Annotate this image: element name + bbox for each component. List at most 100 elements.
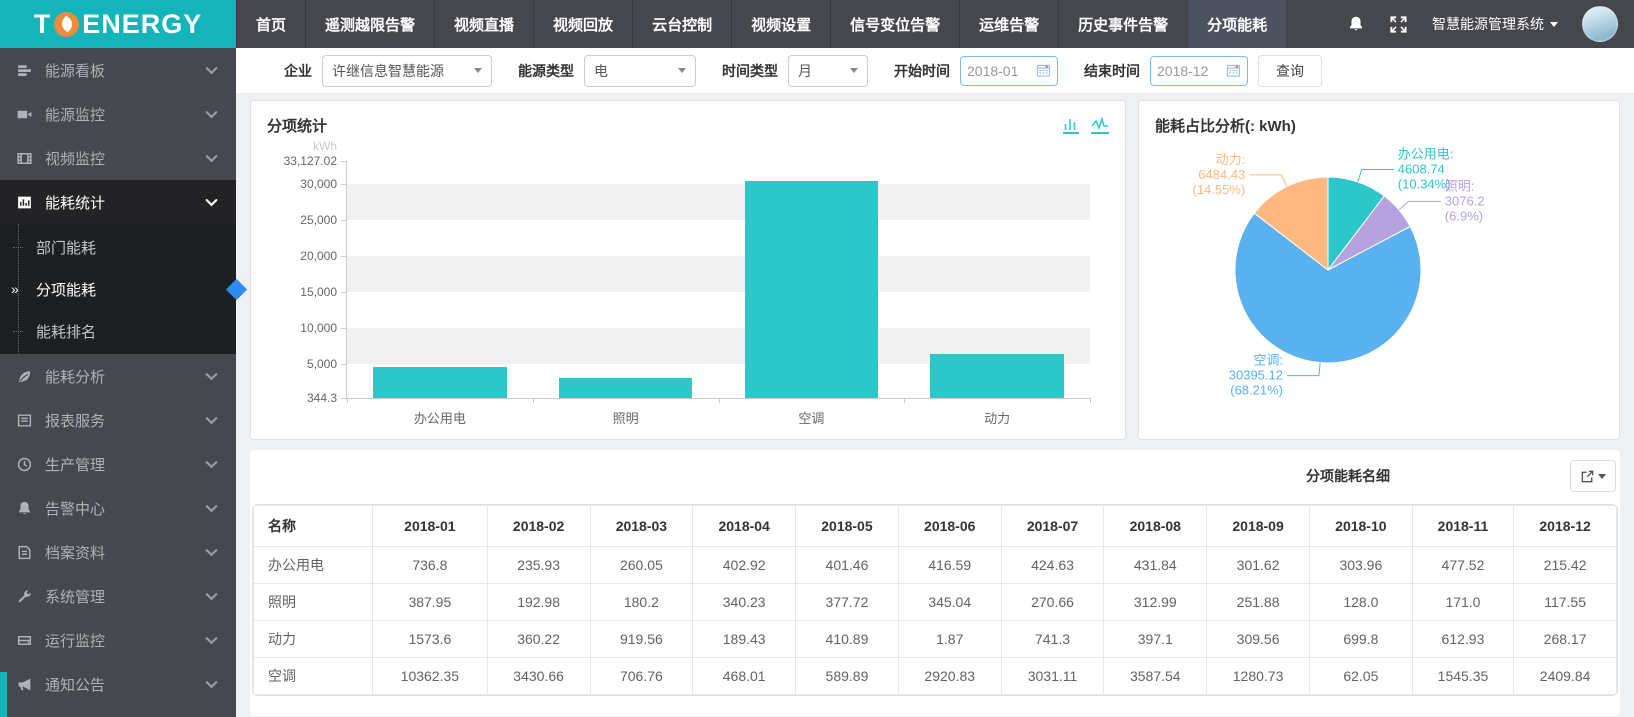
pie-label-0: (10.34%) (1398, 177, 1451, 192)
sidebar-item-8[interactable]: 档案资料 (0, 530, 236, 574)
value-cell: 416.59 (898, 547, 1001, 584)
data-table: 名称2018-012018-022018-032018-042018-05201… (253, 505, 1617, 695)
start-date-input[interactable]: 2018-01 (960, 56, 1058, 86)
export-button[interactable] (1570, 460, 1616, 492)
y-axis-tick (341, 184, 347, 185)
system-name-menu[interactable]: 智慧能源管理系统 (1432, 14, 1558, 34)
sidebar-item-label: 系统管理 (45, 586, 105, 607)
value-cell: 387.95 (373, 584, 488, 621)
table-column-header: 2018-03 (590, 506, 693, 547)
nav-item-2[interactable]: 视频直播 (434, 0, 533, 48)
calendar-icon (1226, 63, 1241, 78)
row-name-cell: 照明 (254, 584, 373, 621)
pie-chart-title: 能耗占比分析(: kWh) (1155, 115, 1296, 136)
nav-item-9[interactable]: 分项能耗 (1187, 0, 1287, 48)
time-type-select[interactable]: 月 (788, 55, 868, 87)
pie-label-2: (68.21%) (1230, 383, 1283, 398)
nav-item-3[interactable]: 视频回放 (533, 0, 632, 48)
chevron-down-icon (203, 150, 220, 167)
nav-item-1[interactable]: 遥测越限告警 (305, 0, 434, 48)
table-column-header: 2018-04 (693, 506, 796, 547)
value-cell: 345.04 (898, 584, 1001, 621)
sidebar-subitem-3-1[interactable]: »分项能耗 (0, 268, 236, 310)
table-column-header: 2018-08 (1104, 506, 1207, 547)
sidebar-item-6[interactable]: 生产管理 (0, 442, 236, 486)
nav-item-0[interactable]: 首页 (236, 0, 305, 48)
grid-band (347, 220, 1090, 256)
chevron-down-icon (203, 412, 220, 429)
active-marker: » (11, 281, 19, 297)
pie-label-3: (14.55%) (1192, 182, 1245, 197)
pie-label-2: 空调: (1253, 353, 1283, 368)
line-chart-toggle-icon[interactable] (1091, 117, 1109, 134)
bell-icon[interactable] (1347, 14, 1365, 34)
avatar[interactable] (1582, 6, 1618, 42)
value-cell: 741.3 (1001, 621, 1104, 658)
energy-type-select[interactable]: 电 (584, 55, 696, 87)
sidebar-item-9[interactable]: 系统管理 (0, 574, 236, 618)
sidebar-item-1[interactable]: 能源监控 (0, 92, 236, 136)
nav-item-8[interactable]: 历史事件告警 (1058, 0, 1187, 48)
sidebar-subitem-3-2[interactable]: 能耗排名 (0, 310, 236, 352)
enterprise-select[interactable]: 许继信息智慧能源 (322, 55, 492, 87)
sidebar-item-label: 能耗统计 (45, 192, 105, 213)
table-column-header: 2018-07 (1001, 506, 1104, 547)
sidebar-item-2[interactable]: 视频监控 (0, 136, 236, 180)
sidebar-item-7[interactable]: 告警中心 (0, 486, 236, 530)
y-axis-tick (341, 256, 347, 257)
sidebar-item-10[interactable]: 运行监控 (0, 618, 236, 662)
bar-chart-toggle-icon[interactable] (1063, 117, 1079, 134)
sidebar-item-0[interactable]: 能源看板 (0, 48, 236, 92)
sidebar-item-label: 能耗分析 (45, 366, 105, 387)
nav-item-7[interactable]: 运维告警 (959, 0, 1058, 48)
value-cell: 268.17 (1514, 621, 1617, 658)
enterprise-value: 许继信息智慧能源 (332, 61, 444, 81)
chevron-down-icon (203, 194, 220, 211)
nav-item-4[interactable]: 云台控制 (632, 0, 731, 48)
nav-item-6[interactable]: 信号变位告警 (830, 0, 959, 48)
sidebar-item-3[interactable]: 能耗统计 (0, 180, 236, 224)
nav-item-5[interactable]: 视频设置 (731, 0, 830, 48)
value-cell: 260.05 (590, 547, 693, 584)
dashboard-icon (16, 62, 33, 79)
query-button[interactable]: 查询 (1258, 55, 1322, 87)
sidebar-item-4[interactable]: 能耗分析 (0, 354, 236, 398)
sidebar-scrollbar[interactable] (0, 672, 7, 717)
sidebar-item-5[interactable]: 报表服务 (0, 398, 236, 442)
leaf-icon (16, 368, 33, 385)
pie-label-2: 30395.12 (1229, 368, 1283, 383)
value-cell: 377.72 (796, 584, 899, 621)
value-cell: 235.93 (487, 547, 590, 584)
value-cell: 128.0 (1309, 584, 1412, 621)
fullscreen-icon[interactable] (1389, 15, 1408, 34)
clock-icon (16, 456, 33, 473)
end-date-input[interactable]: 2018-12 (1150, 56, 1248, 86)
table-column-header: 2018-05 (796, 506, 899, 547)
pie-label-line-1 (1399, 201, 1441, 209)
bar-chart-panel-header: 分项统计 (251, 101, 1125, 137)
chevron-down-icon (203, 676, 220, 693)
report-icon (16, 412, 33, 429)
grid-band (347, 256, 1090, 292)
topbar-right: 智慧能源管理系统 (1347, 0, 1634, 48)
value-cell: 309.56 (1207, 621, 1310, 658)
bar-chart-plot: 344.35,00010,00015,00020,00025,00030,000… (346, 161, 1090, 399)
energy-type-label: 能源类型 (518, 61, 574, 81)
chevron-down-icon (850, 68, 858, 73)
chevron-down-icon (203, 368, 220, 385)
value-cell: 401.46 (796, 547, 899, 584)
y-axis-tick-label: 20,000 (255, 249, 337, 263)
table-column-header: 2018-10 (1309, 506, 1412, 547)
chevron-down-icon (203, 588, 220, 605)
sidebar-item-11[interactable]: 通知公告 (0, 662, 236, 706)
sidebar-sublist: 部门能耗»分项能耗能耗排名 (0, 224, 236, 354)
sidebar-subitem-3-0[interactable]: 部门能耗 (0, 226, 236, 268)
table-column-header: 2018-01 (373, 506, 488, 547)
chevron-down-icon (203, 456, 220, 473)
chevron-down-icon (203, 62, 220, 79)
x-axis-tick (533, 398, 534, 403)
value-cell: 477.52 (1412, 547, 1513, 584)
pie-label-1: 3076.2 (1445, 193, 1485, 208)
y-axis-tick (341, 364, 347, 365)
x-axis-category-label: 空调 (719, 408, 905, 427)
